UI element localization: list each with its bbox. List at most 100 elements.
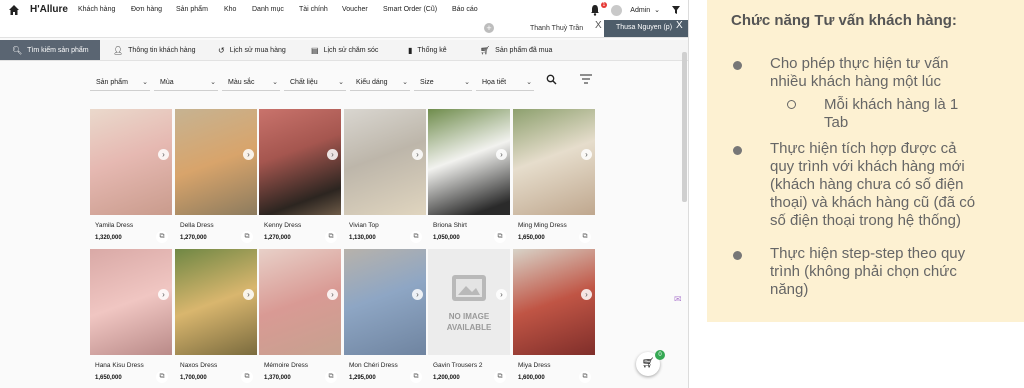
home-button[interactable]	[6, 2, 22, 18]
chevron-down-icon: ⌄	[272, 79, 278, 86]
copy-icon[interactable]: ⧉	[325, 231, 337, 243]
product-image	[90, 249, 172, 355]
copy-icon[interactable]: ⧉	[494, 371, 506, 383]
product-image	[344, 109, 426, 215]
chevron-down-icon[interactable]: ⌄	[654, 6, 660, 14]
product-price: 1,295,000	[349, 375, 376, 381]
product-card[interactable]: › ⧉ Della Dress 1,270,000	[175, 109, 257, 247]
copy-icon[interactable]: ⧉	[241, 231, 253, 243]
chevron-right-icon[interactable]: ›	[412, 289, 423, 300]
copy-icon[interactable]: ⧉	[410, 371, 422, 383]
copy-icon[interactable]: ⧉	[579, 371, 591, 383]
chevron-right-icon[interactable]: ›	[158, 149, 169, 160]
tab-statistics[interactable]: ▮ Thống kê	[408, 40, 447, 60]
tab-care-history[interactable]: ▤ Lịch sử chăm sóc	[311, 40, 378, 60]
tab-search-products[interactable]: 🔍︎ Tìm kiếm sản phẩm	[0, 40, 100, 60]
product-name: Ming Ming Dress	[518, 222, 567, 229]
copy-icon[interactable]: ⧉	[156, 231, 168, 243]
product-card[interactable]: › ⧉ Ming Ming Dress 1,650,000	[513, 109, 595, 247]
menu-item-bao-cao[interactable]: Báo cáo	[452, 6, 488, 13]
menu-item-danh-muc[interactable]: Danh mục	[252, 6, 299, 13]
mail-icon[interactable]: ✉	[674, 294, 682, 305]
no-image-text: AVAILABLE	[446, 323, 492, 332]
tab-label: Thống kê	[417, 46, 447, 54]
user-icon: 👤︎	[113, 45, 124, 55]
product-card[interactable]: › ⧉ Mon Chéri Dress 1,295,000	[344, 249, 426, 387]
sort-menu-button[interactable]	[580, 74, 592, 87]
filter-pattern[interactable]: Họa tiết ⌄	[476, 76, 534, 91]
chevron-right-icon[interactable]: ›	[412, 149, 423, 160]
product-price: 1,200,000	[433, 375, 460, 381]
menu-item-don-hang[interactable]: Đơn hàng	[131, 6, 176, 13]
product-card[interactable]: › ⧉ Miya Dress 1,600,000	[513, 249, 595, 387]
product-price: 1,050,000	[433, 235, 460, 241]
copy-icon[interactable]: ⧉	[156, 371, 168, 383]
filter-color[interactable]: Màu sắc ⌄	[222, 76, 280, 91]
chevron-right-icon[interactable]: ›	[496, 289, 507, 300]
chevron-right-icon[interactable]: ›	[581, 289, 592, 300]
no-image-placeholder: NO IMAGE AVAILABLE	[428, 249, 510, 355]
search-button[interactable]	[546, 74, 557, 88]
chevron-right-icon[interactable]: ›	[581, 149, 592, 160]
cart-icon: 🛒︎	[641, 358, 655, 369]
product-image	[428, 109, 510, 215]
product-name: Mémoire Dress	[264, 362, 309, 369]
product-card[interactable]: › ⧉ Kenny Dress 1,270,000	[259, 109, 341, 247]
copy-icon[interactable]: ⧉	[579, 231, 591, 243]
brand-logo[interactable]: H'Allure	[30, 4, 68, 15]
menu-item-voucher[interactable]: Voucher	[342, 6, 383, 13]
chevron-right-icon[interactable]: ›	[158, 289, 169, 300]
tab-purchase-history[interactable]: ↺ Lịch sử mua hàng	[218, 40, 286, 60]
filter-size[interactable]: Size ⌄	[414, 76, 472, 91]
copy-icon[interactable]: ⧉	[241, 371, 253, 383]
menu-item-tai-chinh[interactable]: Tài chính	[299, 6, 342, 13]
product-card[interactable]: › ⧉ Naxos Dress 1,700,000	[175, 249, 257, 387]
bell-icon	[591, 5, 600, 16]
filter-product[interactable]: Sản phẩm ⌄	[90, 76, 150, 91]
filter-season[interactable]: Mùa ⌄	[154, 76, 218, 91]
product-card[interactable]: NO IMAGE AVAILABLE › ⧉ Gavin Trousers 2 …	[428, 249, 510, 387]
search-icon: 🔍︎	[12, 45, 23, 55]
customer-tab-active[interactable]: Thusa Nguyen (p) X	[604, 20, 688, 37]
product-card[interactable]: › ⧉ Briona Shirt 1,050,000	[428, 109, 510, 247]
notification-button[interactable]: 1	[589, 2, 608, 16]
tab-customer-info[interactable]: 👤︎ Thông tin khách hàng	[113, 40, 195, 60]
customer-tab[interactable]: Thanh Thuỳ Trần	[530, 22, 583, 36]
copy-icon[interactable]: ⧉	[410, 231, 422, 243]
product-card[interactable]: › ⧉ Yamila Dress 1,320,000	[90, 109, 172, 247]
menu-item-kho[interactable]: Kho	[224, 6, 252, 13]
menu-item-khach-hang[interactable]: Khách hàng	[78, 6, 131, 13]
product-card[interactable]: › ⧉ Vivian Top 1,130,000	[344, 109, 426, 247]
product-card[interactable]: › ⧉ Hana Kisu Dress 1,650,000	[90, 249, 172, 387]
copy-icon[interactable]: ⧉	[494, 231, 506, 243]
image-placeholder-icon	[452, 275, 486, 301]
menu-item-smart-order[interactable]: Smart Order (Cũ)	[383, 6, 452, 13]
chevron-right-icon[interactable]: ›	[496, 149, 507, 160]
avatar[interactable]	[611, 4, 623, 16]
product-price: 1,650,000	[518, 235, 545, 241]
close-tab-button[interactable]: X	[676, 20, 683, 31]
close-tab-button[interactable]: X	[595, 20, 602, 31]
user-name[interactable]: Admin	[630, 7, 650, 14]
no-image-text: NO IMAGE	[448, 312, 490, 321]
chevron-down-icon: ⌄	[402, 79, 408, 86]
product-price: 1,370,000	[264, 375, 291, 381]
filter-style[interactable]: Kiểu dáng ⌄	[350, 76, 410, 91]
tab-purchased-products[interactable]: 🛒︎ Sản phẩm đã mua	[480, 40, 552, 60]
product-name: Miya Dress	[518, 362, 551, 369]
chevron-right-icon[interactable]: ›	[327, 149, 338, 160]
scrollbar[interactable]	[682, 52, 687, 202]
chevron-right-icon[interactable]: ›	[327, 289, 338, 300]
copy-icon[interactable]: ⧉	[325, 371, 337, 383]
product-price: 1,700,000	[180, 375, 207, 381]
product-name: Briona Shirt	[433, 222, 467, 229]
chevron-right-icon[interactable]: ›	[243, 149, 254, 160]
app-window: H'Allure Khách hàng Đơn hàng Sản phẩm Kh…	[0, 0, 689, 388]
menu-item-san-pham[interactable]: Sản phẩm	[176, 6, 224, 13]
filter-material[interactable]: Chất liệu ⌄	[284, 76, 346, 91]
clear-filter-icon[interactable]	[670, 4, 682, 16]
add-tab-button[interactable]: +	[484, 23, 494, 33]
product-name: Vivian Top	[349, 222, 379, 229]
chevron-right-icon[interactable]: ›	[243, 289, 254, 300]
product-card[interactable]: › ⧉ Mémoire Dress 1,370,000	[259, 249, 341, 387]
